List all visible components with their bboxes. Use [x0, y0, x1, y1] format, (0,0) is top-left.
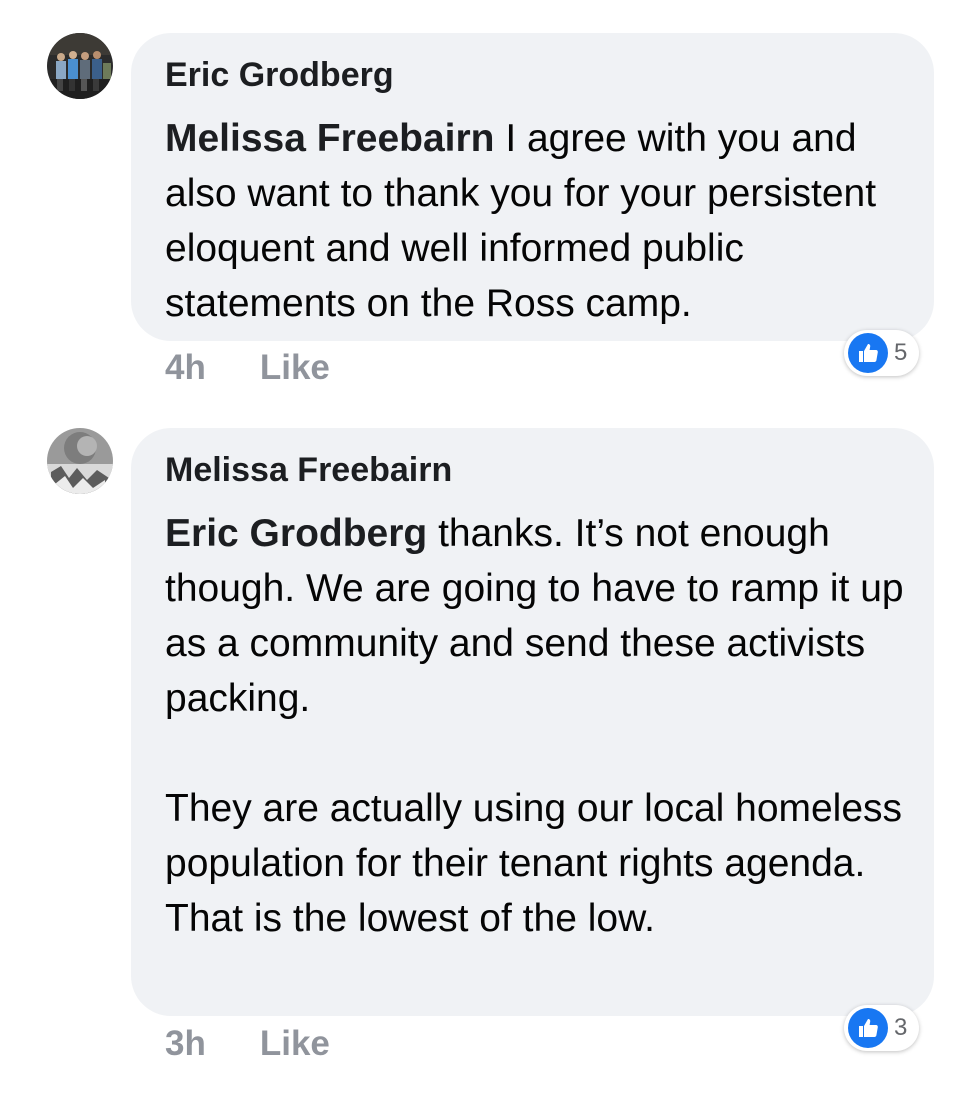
comment-author[interactable]: Melissa Freebairn — [165, 450, 904, 490]
comment-paragraph: Eric Grodberg thanks. It’s not enough th… — [165, 506, 904, 726]
comment-paragraph: Melissa Freebairn I agree with you and a… — [165, 111, 904, 331]
comment-timestamp[interactable]: 4h — [165, 348, 206, 388]
avatar[interactable] — [47, 428, 113, 494]
comment-bubble: Eric Grodberg Melissa Freebairn I agree … — [131, 33, 934, 341]
reaction-summary[interactable]: 5 — [844, 330, 920, 376]
like-button[interactable]: Like — [260, 1024, 330, 1064]
comment-text: Eric Grodberg thanks. It’s not enough th… — [165, 506, 904, 946]
comment-meta: 4h Like — [165, 348, 330, 388]
comment-paragraph: They are actually using our local homele… — [165, 787, 903, 940]
like-icon — [848, 333, 888, 373]
like-icon — [848, 1008, 888, 1048]
comment-bubble: Melissa Freebairn Eric Grodberg thanks. … — [131, 428, 934, 1016]
blurred-photo-avatar-icon — [47, 428, 113, 494]
comment-author[interactable]: Eric Grodberg — [165, 55, 904, 95]
mention-link[interactable]: Melissa Freebairn — [165, 117, 494, 160]
avatar[interactable] — [47, 33, 113, 99]
like-button[interactable]: Like — [260, 348, 330, 388]
group-photo-avatar-icon — [47, 33, 113, 99]
reaction-summary[interactable]: 3 — [844, 1005, 920, 1051]
comment-meta: 3h Like — [165, 1024, 330, 1064]
comment-text: Melissa Freebairn I agree with you and a… — [165, 111, 904, 331]
comment-timestamp[interactable]: 3h — [165, 1024, 206, 1064]
reaction-count: 5 — [894, 339, 908, 366]
mention-link[interactable]: Eric Grodberg — [165, 512, 427, 555]
reaction-count: 3 — [894, 1014, 908, 1041]
